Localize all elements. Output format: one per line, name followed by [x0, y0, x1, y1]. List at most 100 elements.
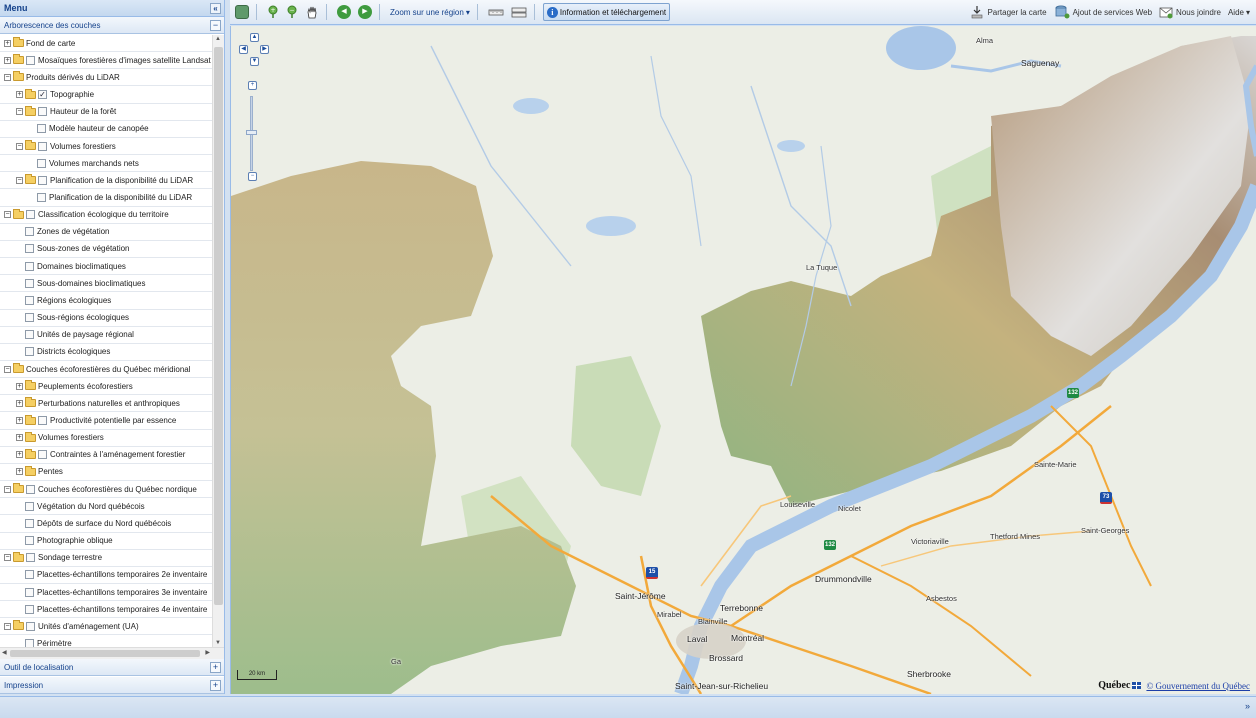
- tree-row[interactable]: + Volumes forestiers: [0, 430, 212, 447]
- expand-icon[interactable]: +: [4, 56, 11, 64]
- tree-row[interactable]: − Hauteur de la forêt: [0, 104, 212, 121]
- expand-icon[interactable]: +: [16, 417, 23, 425]
- zoom-in-tool-button[interactable]: +: [265, 3, 281, 21]
- expand-icon[interactable]: +: [16, 434, 23, 442]
- pan-down-button[interactable]: ▼: [250, 57, 259, 66]
- expand-icon[interactable]: +: [16, 91, 23, 99]
- layer-checkbox[interactable]: [25, 587, 34, 597]
- tree-row[interactable]: Volumes marchands nets: [0, 155, 212, 173]
- collapse-icon[interactable]: −: [4, 211, 11, 219]
- layer-checkbox[interactable]: [26, 484, 35, 494]
- tree-row[interactable]: + ✓ Topographie: [0, 86, 212, 104]
- measure-area-button[interactable]: [509, 3, 529, 21]
- layer-checkbox[interactable]: [38, 416, 47, 426]
- tree-row[interactable]: + Pentes: [0, 464, 212, 482]
- collapse-menu-button[interactable]: «: [210, 2, 221, 14]
- layer-checkbox[interactable]: [26, 553, 35, 563]
- tree-row[interactable]: Districts écologiques: [0, 344, 212, 361]
- layer-checkbox[interactable]: [25, 244, 34, 254]
- layer-checkbox[interactable]: [26, 210, 35, 220]
- collapse-icon[interactable]: −: [16, 142, 23, 150]
- tree-row[interactable]: − Produits dérivés du LiDAR: [0, 69, 212, 87]
- tree-row[interactable]: Périmètre: [0, 635, 212, 647]
- layer-checkbox[interactable]: [37, 158, 46, 168]
- contact-us-button[interactable]: Nous joindre: [1157, 3, 1223, 21]
- map-viewport[interactable]: ▲ ◀ ▶ ▼ + − Alma Saguenay La Tuque Louis…: [230, 26, 1256, 694]
- tree-row[interactable]: Régions écologiques: [0, 292, 212, 310]
- measure-distance-button[interactable]: [486, 3, 506, 21]
- layer-tree-collapse-button[interactable]: −: [210, 19, 221, 31]
- zoom-out-button[interactable]: −: [248, 172, 257, 181]
- layer-checkbox[interactable]: [25, 330, 34, 340]
- collapse-icon[interactable]: −: [16, 176, 23, 184]
- expand-icon[interactable]: +: [4, 39, 11, 47]
- tree-row[interactable]: Sous-zones de végétation: [0, 241, 212, 259]
- layer-tree-vertical-scrollbar[interactable]: ▲ ▼: [212, 35, 224, 647]
- expand-icon[interactable]: +: [16, 382, 23, 390]
- collapse-icon[interactable]: −: [4, 485, 11, 493]
- zoom-slider-handle[interactable]: [246, 130, 257, 135]
- impression-header[interactable]: Impression +: [0, 677, 224, 694]
- expand-icon[interactable]: +: [16, 399, 23, 407]
- layer-checkbox[interactable]: [26, 621, 35, 631]
- tree-row[interactable]: Sous-domaines bioclimatiques: [0, 275, 212, 293]
- localisation-tool-header[interactable]: Outil de localisation +: [0, 659, 224, 676]
- tree-row[interactable]: Modèle hauteur de canopée: [0, 121, 212, 138]
- pan-tool-button[interactable]: [303, 3, 321, 21]
- full-extent-button[interactable]: [233, 3, 251, 21]
- tree-row[interactable]: Placettes-échantillons temporaires 3e in…: [0, 584, 212, 602]
- tree-row[interactable]: − Unités d'aménagement (UA): [0, 618, 212, 636]
- layer-checkbox[interactable]: [37, 124, 46, 134]
- layer-checkbox[interactable]: [25, 604, 34, 614]
- tree-row[interactable]: Dépôts de surface du Nord québécois: [0, 515, 212, 533]
- layer-checkbox[interactable]: [26, 55, 35, 65]
- tree-row[interactable]: + Mosaïques forestières d'images satellit…: [0, 52, 212, 70]
- layer-checkbox[interactable]: [38, 175, 47, 185]
- zoom-region-dropdown[interactable]: Zoom sur une région ▾: [388, 3, 472, 21]
- pan-up-button[interactable]: ▲: [250, 33, 259, 42]
- layer-checkbox[interactable]: [37, 192, 46, 202]
- tree-row[interactable]: − Volumes forestiers: [0, 138, 212, 156]
- layer-checkbox[interactable]: [25, 227, 34, 237]
- tree-row[interactable]: Domaines bioclimatiques: [0, 258, 212, 276]
- layer-checkbox[interactable]: [25, 261, 34, 271]
- scroll-thumb-horizontal[interactable]: [10, 650, 200, 657]
- pan-left-button[interactable]: ◀: [239, 45, 248, 54]
- tree-row[interactable]: − Couches écoforestières du Québec méridi…: [0, 361, 212, 379]
- tree-row[interactable]: + Perturbations naturelles et anthropique…: [0, 395, 212, 413]
- layer-checkbox[interactable]: ✓: [38, 90, 47, 100]
- next-extent-button[interactable]: ▶: [356, 3, 374, 21]
- tree-row[interactable]: − Planification de la disponibilité du Li…: [0, 172, 212, 190]
- impression-expand-button[interactable]: +: [210, 679, 221, 691]
- layer-checkbox[interactable]: [25, 570, 34, 580]
- tree-row[interactable]: + Peuplements écoforestiers: [0, 378, 212, 396]
- tree-row[interactable]: Sous-régions écologiques: [0, 310, 212, 327]
- layer-checkbox[interactable]: [38, 450, 47, 460]
- tree-row[interactable]: Planification de la disponibilité du LiD…: [0, 189, 212, 207]
- tree-row[interactable]: Végétation du Nord québécois: [0, 498, 212, 516]
- info-download-button[interactable]: i Information et téléchargement: [542, 3, 671, 21]
- tree-row[interactable]: − Sondage terrestre: [0, 550, 212, 567]
- tree-row[interactable]: Placettes-échantillons temporaires 4e in…: [0, 601, 212, 619]
- scroll-down-icon[interactable]: ▼: [215, 640, 221, 646]
- collapse-icon[interactable]: −: [16, 108, 23, 116]
- expand-icon[interactable]: +: [16, 468, 23, 476]
- scroll-up-icon[interactable]: ▲: [215, 36, 221, 42]
- layer-checkbox[interactable]: [25, 295, 34, 305]
- tree-row[interactable]: + Contraintes à l'aménagement forestier: [0, 447, 212, 464]
- share-map-button[interactable]: Partager la carte: [968, 3, 1048, 21]
- expand-icon[interactable]: +: [16, 451, 23, 459]
- collapse-icon[interactable]: −: [4, 554, 11, 562]
- tree-row[interactable]: − Classification écologique du territoire: [0, 207, 212, 224]
- layer-checkbox[interactable]: [25, 536, 34, 546]
- tree-row[interactable]: + Productivité potentielle par essence: [0, 412, 212, 430]
- scroll-thumb[interactable]: [214, 47, 223, 605]
- zoom-in-button[interactable]: +: [248, 81, 257, 90]
- scroll-right-icon[interactable]: ▶: [205, 649, 210, 656]
- expand-bottom-panel-icon[interactable]: »: [1245, 701, 1250, 711]
- scroll-left-icon[interactable]: ◀: [2, 649, 7, 656]
- tree-row[interactable]: + Fond de carte: [0, 35, 212, 53]
- add-web-services-button[interactable]: Ajout de services Web: [1052, 3, 1154, 21]
- layer-checkbox[interactable]: [25, 518, 34, 528]
- collapse-icon[interactable]: −: [4, 365, 11, 373]
